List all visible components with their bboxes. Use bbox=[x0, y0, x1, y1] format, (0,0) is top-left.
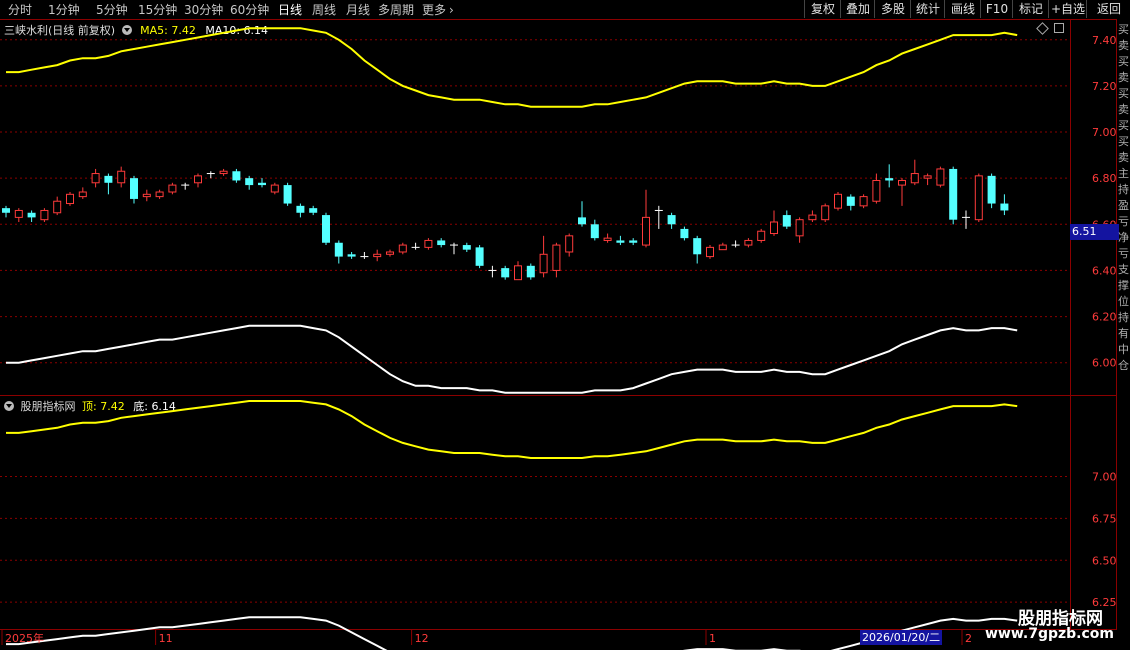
candle-body bbox=[949, 168, 958, 220]
candle-body bbox=[53, 200, 62, 214]
candle-body bbox=[232, 171, 241, 181]
candle-body bbox=[552, 244, 561, 271]
candle-body bbox=[936, 168, 945, 186]
x-tick-label: 2025年 bbox=[5, 631, 44, 645]
candle-body bbox=[168, 184, 177, 193]
x-tick-label: 12 bbox=[415, 632, 429, 645]
y-tick-label: 6.50 bbox=[1092, 554, 1117, 567]
candle-body bbox=[846, 196, 855, 206]
candle-body bbox=[245, 178, 254, 186]
candle-body bbox=[386, 251, 394, 255]
ma10-line bbox=[6, 324, 1018, 394]
y-tick-label: 7.20 bbox=[1092, 80, 1117, 93]
candle-body bbox=[782, 215, 791, 227]
y-tick-label: 6.80 bbox=[1092, 172, 1117, 185]
candle-body bbox=[923, 175, 932, 179]
y-tick-label: 6.75 bbox=[1092, 512, 1117, 525]
x-tick-label: 1 bbox=[709, 632, 716, 645]
candle-body bbox=[296, 205, 305, 213]
candle-body bbox=[834, 193, 842, 209]
candle-body bbox=[424, 239, 433, 248]
candle-body bbox=[258, 182, 266, 186]
candle-body bbox=[910, 173, 919, 184]
y-tick-label: 6.40 bbox=[1092, 264, 1117, 277]
candle-body bbox=[462, 245, 471, 250]
top-band-line bbox=[6, 400, 1018, 459]
candle-body bbox=[974, 175, 983, 221]
candle-body bbox=[642, 216, 650, 246]
candle-body bbox=[718, 244, 727, 251]
candle-body bbox=[142, 193, 151, 198]
candle-body bbox=[104, 175, 113, 183]
candle-body bbox=[398, 244, 407, 253]
candle-body bbox=[744, 239, 753, 246]
candle-body bbox=[219, 170, 228, 175]
candle-body bbox=[117, 170, 126, 184]
candle-body bbox=[66, 193, 74, 205]
candle-body bbox=[322, 215, 330, 243]
y-tick-label: 6.00 bbox=[1092, 357, 1117, 370]
candle-body bbox=[334, 242, 343, 257]
y-tick-label: 7.00 bbox=[1092, 470, 1117, 483]
candle-body bbox=[629, 240, 638, 243]
candle-body bbox=[680, 228, 689, 239]
y-tick-label: 6.20 bbox=[1092, 311, 1117, 324]
candle-body bbox=[130, 178, 138, 199]
candle-body bbox=[693, 238, 702, 255]
candle-body bbox=[526, 265, 535, 278]
candle-body bbox=[590, 224, 599, 239]
candle-body bbox=[501, 268, 510, 278]
candle-body bbox=[603, 237, 612, 241]
candle-body bbox=[1000, 203, 1009, 211]
candle-body bbox=[578, 217, 586, 225]
candle-body bbox=[616, 240, 625, 243]
candle-body bbox=[859, 196, 868, 207]
candle-body bbox=[475, 247, 484, 266]
candle-body bbox=[2, 208, 10, 213]
candle-body bbox=[155, 191, 164, 198]
x-tick-label: 2 bbox=[965, 632, 972, 645]
candle-body bbox=[885, 178, 894, 181]
candle-body bbox=[309, 208, 318, 213]
candle-body bbox=[872, 179, 881, 202]
candle-body bbox=[27, 212, 36, 218]
candle-body bbox=[283, 185, 292, 204]
y-tick-label: 7.40 bbox=[1092, 34, 1117, 47]
candle-body bbox=[539, 253, 548, 274]
selected-date-tag: 2026/01/20/二 bbox=[860, 630, 943, 645]
current-price-tag: 6.51 bbox=[1070, 224, 1119, 240]
watermark-url: www.7gpzb.com bbox=[985, 626, 1115, 642]
candle-body bbox=[667, 215, 676, 225]
candle-body bbox=[987, 175, 996, 204]
candle-body bbox=[91, 173, 100, 184]
candle-body bbox=[808, 214, 817, 221]
candle-body bbox=[347, 254, 356, 257]
candle-body bbox=[78, 191, 87, 198]
x-tick-label: 11 bbox=[159, 632, 173, 645]
candle-body bbox=[514, 265, 522, 281]
candle-body bbox=[898, 179, 906, 186]
candle-body bbox=[757, 230, 766, 241]
candle-body bbox=[437, 240, 446, 246]
kline-chart[interactable]: 6.006.206.406.606.807.007.207.406.256.50… bbox=[0, 0, 1130, 650]
signal-strip-text: 买卖买卖买卖买买卖主持盈亏净亏支撑位持有中仓 bbox=[1118, 23, 1129, 372]
candle-body bbox=[821, 205, 830, 221]
candle-body bbox=[706, 246, 714, 258]
candle-body bbox=[565, 235, 574, 253]
candle-body bbox=[270, 184, 279, 193]
candle-body bbox=[795, 219, 804, 237]
candle-body bbox=[194, 175, 202, 184]
candle-body bbox=[373, 253, 382, 258]
candle-body bbox=[770, 221, 778, 235]
signal-strip: 买卖买卖买卖买买卖主持盈亏净亏支撑位持有中仓 bbox=[1117, 22, 1130, 394]
y-tick-label: 7.00 bbox=[1092, 126, 1117, 139]
candle-body bbox=[40, 209, 49, 221]
signal-strip-lower bbox=[1117, 400, 1130, 628]
candle-body bbox=[14, 209, 23, 218]
